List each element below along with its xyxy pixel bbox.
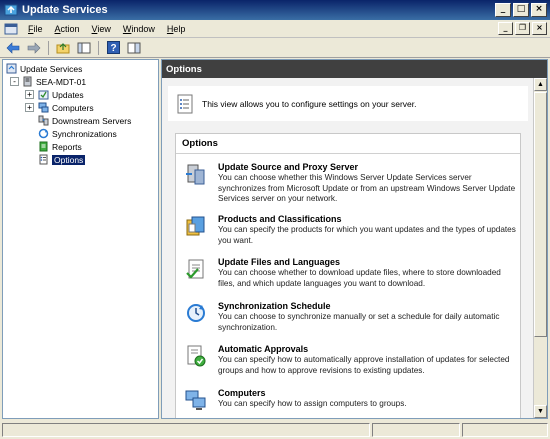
vertical-scrollbar[interactable]: ▲ ▼ bbox=[533, 78, 547, 418]
update-services-app-icon bbox=[4, 4, 18, 16]
back-arrow-icon bbox=[6, 41, 20, 54]
info-bar: This view allows you to configure settin… bbox=[168, 86, 528, 121]
options-panel: Options Update Source and Proxy Server Y… bbox=[175, 133, 521, 418]
folder-up-icon bbox=[56, 42, 70, 53]
help-button[interactable]: ? bbox=[104, 40, 122, 56]
info-text: This view allows you to configure settin… bbox=[202, 98, 417, 109]
console-tree: Update Services - SEA-MDT-01 + Updates +… bbox=[2, 59, 159, 419]
tree-label: Update Services bbox=[20, 63, 83, 74]
update-files-icon bbox=[186, 259, 204, 279]
tree-item-computers[interactable]: Computers bbox=[38, 101, 94, 114]
forward-arrow-icon bbox=[27, 41, 41, 54]
close-button[interactable]: × bbox=[531, 3, 547, 17]
child-minimize-button[interactable]: _ bbox=[498, 22, 513, 35]
tree-label: Updates bbox=[52, 89, 84, 100]
option-description: You can choose to synchronize manually o… bbox=[218, 312, 500, 332]
status-cell bbox=[462, 423, 548, 437]
tree-item-reports[interactable]: Reports bbox=[38, 140, 82, 153]
tree-item-updates[interactable]: Updates bbox=[38, 88, 84, 101]
child-restore-button[interactable]: ❐ bbox=[515, 22, 530, 35]
expand-toggle[interactable]: + bbox=[25, 103, 34, 112]
option-description: You can specify how to automatically app… bbox=[218, 355, 510, 375]
toolbar: ? bbox=[0, 38, 550, 58]
option-title[interactable]: Update Files and Languages bbox=[218, 257, 340, 267]
computers-icon bbox=[38, 102, 49, 113]
reports-icon bbox=[39, 141, 48, 152]
option-title[interactable]: Update Source and Proxy Server bbox=[218, 162, 358, 172]
status-cell bbox=[372, 423, 460, 437]
tree-label-selected: Options bbox=[52, 154, 86, 165]
option-description: You can choose whether to download updat… bbox=[218, 268, 501, 288]
option-title[interactable]: Automatic Approvals bbox=[218, 344, 308, 354]
menu-window[interactable]: Window bbox=[117, 24, 161, 34]
pane-header: Options bbox=[162, 60, 547, 78]
tree-item-options[interactable]: Options bbox=[38, 153, 86, 166]
option-title[interactable]: Products and Classifications bbox=[218, 214, 342, 224]
toolbar-separator bbox=[48, 40, 49, 55]
details-pane: Options This view allows you to configur… bbox=[161, 59, 548, 419]
updates-icon bbox=[38, 90, 49, 100]
option-description: You can specify the products for which y… bbox=[218, 225, 516, 245]
scroll-down-arrow-icon[interactable]: ▼ bbox=[534, 405, 547, 418]
synchronizations-icon bbox=[38, 128, 49, 139]
up-one-level-button[interactable] bbox=[54, 40, 72, 56]
show-hide-action-pane-button[interactable] bbox=[125, 40, 143, 56]
option-description: You can choose whether this Windows Serv… bbox=[218, 173, 516, 203]
auto-approval-icon bbox=[187, 345, 206, 367]
console-tree-icon bbox=[77, 42, 91, 53]
settings-list-icon bbox=[177, 94, 193, 113]
option-title[interactable]: Computers bbox=[218, 388, 266, 398]
help-icon: ? bbox=[106, 41, 120, 54]
pane-body: This view allows you to configure settin… bbox=[162, 78, 535, 418]
status-bar bbox=[0, 421, 550, 439]
option-description: You can specify how to assign computers … bbox=[218, 399, 407, 408]
tree-label: Downstream Servers bbox=[52, 115, 132, 126]
collapse-toggle[interactable]: - bbox=[10, 77, 19, 86]
window-title: Update Services bbox=[22, 4, 108, 16]
menu-file[interactable]: File bbox=[22, 24, 49, 34]
products-icon bbox=[186, 216, 205, 236]
action-pane-icon bbox=[127, 42, 141, 53]
forward-button[interactable] bbox=[25, 40, 43, 56]
sync-schedule-icon bbox=[187, 304, 205, 322]
tree-label: Synchronizations bbox=[52, 128, 117, 139]
tree-item-server[interactable]: SEA-MDT-01 bbox=[22, 75, 86, 88]
pane-title: Options bbox=[166, 63, 202, 75]
mmc-console-icon[interactable] bbox=[4, 22, 18, 36]
server-source-icon bbox=[186, 164, 205, 185]
tree-label: Computers bbox=[52, 102, 94, 113]
title-bar: Update Services _ □ × bbox=[0, 0, 550, 20]
tree-label: Reports bbox=[52, 141, 82, 152]
show-hide-console-tree-button[interactable] bbox=[75, 40, 93, 56]
menu-view[interactable]: View bbox=[86, 24, 117, 34]
update-services-icon bbox=[6, 63, 17, 74]
child-close-button[interactable]: × bbox=[532, 22, 547, 35]
menu-help[interactable]: Help bbox=[161, 24, 192, 34]
tree-item-downstream-servers[interactable]: Downstream Servers bbox=[38, 114, 131, 127]
expand-toggle[interactable]: + bbox=[25, 90, 34, 99]
server-icon bbox=[23, 76, 32, 87]
options-panel-title: Options bbox=[176, 134, 520, 154]
scroll-thumb[interactable] bbox=[534, 92, 547, 337]
minimize-button[interactable]: _ bbox=[495, 3, 511, 17]
tree-item-synchronizations[interactable]: Synchronizations bbox=[38, 127, 117, 140]
tree-label: SEA-MDT-01 bbox=[36, 76, 87, 87]
options-icon bbox=[39, 154, 48, 165]
downstream-servers-icon bbox=[38, 115, 49, 126]
menu-bar: File Action View Window Help _ ❐ × bbox=[0, 20, 550, 38]
option-title[interactable]: Synchronization Schedule bbox=[218, 301, 331, 311]
scroll-up-arrow-icon[interactable]: ▲ bbox=[534, 78, 547, 91]
status-cell bbox=[2, 423, 370, 437]
tree-item-update-services[interactable]: Update Services bbox=[6, 62, 82, 75]
maximize-button[interactable]: □ bbox=[513, 3, 529, 17]
back-button[interactable] bbox=[4, 40, 22, 56]
svg-text:?: ? bbox=[110, 43, 116, 54]
toolbar-separator bbox=[98, 40, 99, 55]
menu-action[interactable]: Action bbox=[49, 24, 86, 34]
computers-icon bbox=[185, 390, 206, 410]
